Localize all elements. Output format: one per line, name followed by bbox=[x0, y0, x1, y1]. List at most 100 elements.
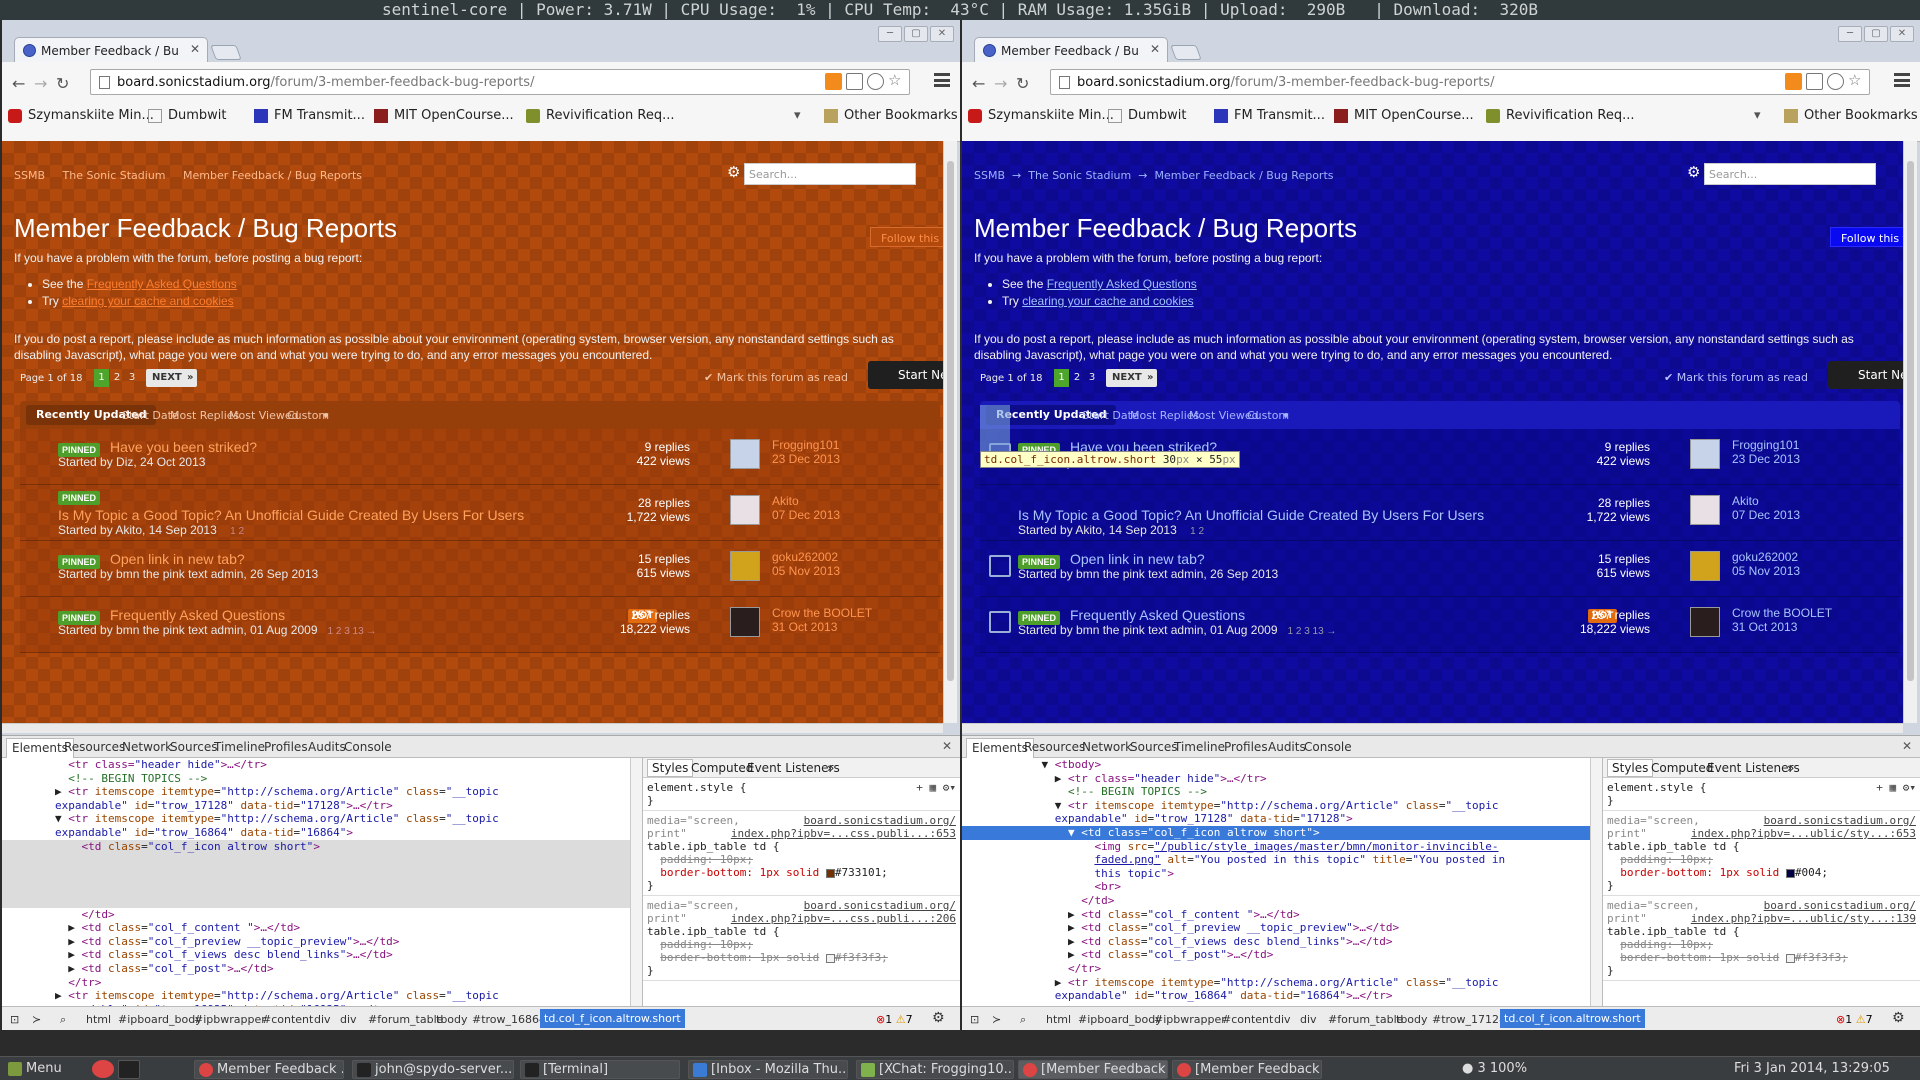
taskbar-item[interactable]: john@spydo-server... bbox=[352, 1060, 514, 1079]
breadcrumb-link[interactable]: SSMB bbox=[974, 169, 1005, 182]
horizontal-scrollbar[interactable] bbox=[962, 723, 1903, 733]
avatar[interactable] bbox=[1690, 439, 1720, 469]
taskbar-item[interactable]: [XChat: Frogging10... bbox=[856, 1060, 1014, 1079]
tab-audits[interactable]: Audits bbox=[1268, 740, 1306, 754]
star-icon[interactable]: ☆ bbox=[888, 73, 905, 90]
style-rule[interactable]: element.style {} + ▦ ⚙▾ bbox=[1603, 778, 1920, 811]
avatar[interactable] bbox=[1690, 551, 1720, 581]
tab-timeline[interactable]: Timeline bbox=[1174, 740, 1225, 754]
other-bookmarks[interactable]: Other Bookmarks bbox=[1784, 108, 1918, 123]
scrollbar-thumb[interactable] bbox=[1907, 161, 1914, 681]
topic-title[interactable]: Open link in new tab? bbox=[1070, 551, 1205, 567]
style-rule[interactable]: media="screen, print" board.sonicstadium… bbox=[643, 896, 960, 981]
last-post[interactable]: Crow the BOOLET 31 Oct 2013 bbox=[772, 606, 872, 634]
dock-icon[interactable]: ⊡ bbox=[10, 1013, 19, 1026]
tab-network[interactable]: Network bbox=[122, 740, 172, 754]
search-input[interactable]: Search... bbox=[1704, 163, 1876, 185]
table-row[interactable]: PINNED Is My Topic a Good Topic? An Unof… bbox=[20, 485, 940, 541]
reload-icon[interactable]: ↻ bbox=[1016, 74, 1029, 93]
search-input[interactable]: Search... bbox=[744, 163, 916, 185]
taskbar-item[interactable]: [Member Feedback... bbox=[1172, 1060, 1322, 1079]
bookmark-item[interactable]: MIT OpenCourse... bbox=[1334, 108, 1474, 123]
last-post[interactable]: Frogging101 23 Dec 2013 bbox=[772, 438, 840, 466]
tab-computed[interactable]: Computed bbox=[691, 761, 753, 775]
bookmarks-more-icon[interactable]: ▾ bbox=[1754, 108, 1761, 123]
address-bar[interactable]: board.sonicstadium.org/forum/3-member-fe… bbox=[90, 69, 910, 95]
console-toggle-icon[interactable]: ≻ bbox=[32, 1013, 41, 1026]
system-tray[interactable]: ● 3 100% bbox=[1462, 1061, 1527, 1076]
topic-title[interactable]: Frequently Asked Questions bbox=[1070, 607, 1245, 623]
tab-styles[interactable]: Styles bbox=[647, 759, 694, 777]
tab-event-listeners[interactable]: Event Listeners bbox=[1707, 761, 1800, 775]
faq-link[interactable]: Frequently Asked Questions bbox=[1047, 277, 1197, 291]
bookmark-item[interactable]: Dumbwit bbox=[148, 108, 227, 123]
style-rule[interactable]: media="screen, print" board.sonicstadium… bbox=[643, 811, 960, 896]
tab-computed[interactable]: Computed bbox=[1651, 761, 1713, 775]
follow-button[interactable]: Follow this f bbox=[1830, 227, 1903, 247]
add-rule-icon[interactable]: + ▦ ⚙▾ bbox=[916, 781, 956, 794]
page-link[interactable]: 1 bbox=[1054, 369, 1069, 387]
bookmark-item[interactable]: MIT OpenCourse... bbox=[374, 108, 514, 123]
rss-icon[interactable] bbox=[825, 73, 842, 90]
dom-tree[interactable]: ▼ <tbody> ▶ <tr class="header hide">…</t… bbox=[962, 758, 1590, 1006]
rss-icon[interactable] bbox=[1785, 73, 1802, 90]
minimize-icon[interactable]: ─ bbox=[1838, 26, 1862, 42]
back-icon[interactable]: ← bbox=[12, 74, 25, 93]
forward-icon[interactable]: → bbox=[34, 74, 47, 93]
table-row[interactable]: PINNED Have you been striked? Started by… bbox=[20, 429, 940, 485]
tab-sources[interactable]: Sources bbox=[1130, 740, 1177, 754]
settings-icon[interactable]: ⚙ bbox=[932, 1010, 945, 1026]
bookmarks-more-icon[interactable]: ▾ bbox=[794, 108, 801, 123]
cache-link[interactable]: clearing your cache and cookies bbox=[1022, 294, 1193, 308]
last-post[interactable]: Frogging101 23 Dec 2013 bbox=[1732, 438, 1800, 466]
table-row[interactable]: Is My Topic a Good Topic? An Unofficial … bbox=[980, 485, 1900, 541]
start-topic-button[interactable]: Start Ne bbox=[1828, 361, 1903, 389]
page-link[interactable]: 2 bbox=[1070, 369, 1084, 387]
style-rule[interactable]: media="screen, print" board.sonicstadium… bbox=[1603, 896, 1920, 981]
page-link[interactable]: 3 bbox=[125, 369, 139, 387]
table-row[interactable]: PINNED Frequently Asked Questions Starte… bbox=[20, 597, 940, 653]
bookmark-item[interactable]: FM Transmit... bbox=[1214, 108, 1325, 123]
close-icon[interactable]: ✕ bbox=[1902, 739, 1912, 753]
gear-icon[interactable]: ⚙ bbox=[727, 163, 740, 181]
avatar[interactable] bbox=[730, 551, 760, 581]
color-swatch[interactable] bbox=[1785, 868, 1795, 878]
other-bookmarks[interactable]: Other Bookmarks bbox=[824, 108, 958, 123]
topic-title[interactable]: Is My Topic a Good Topic? An Unofficial … bbox=[1018, 507, 1484, 523]
follow-button[interactable]: Follow this f bbox=[870, 227, 943, 247]
breadcrumb-link[interactable]: SSMB bbox=[14, 169, 45, 182]
console-counts[interactable]: ⊗1 ⚠7 bbox=[1836, 1013, 1873, 1026]
bookmark-item[interactable]: FM Transmit... bbox=[254, 108, 365, 123]
mark-read-link[interactable]: ✔ Mark this forum as read bbox=[704, 371, 848, 384]
bookmark-item[interactable]: Szymanskiite Min... bbox=[968, 108, 1114, 123]
horizontal-scrollbar[interactable] bbox=[2, 723, 943, 733]
topic-title[interactable]: Is My Topic a Good Topic? An Unofficial … bbox=[58, 507, 524, 523]
taskbar-item[interactable]: Member Feedback ... bbox=[194, 1060, 344, 1079]
color-swatch[interactable] bbox=[1785, 953, 1795, 963]
mark-read-link[interactable]: ✔ Mark this forum as read bbox=[1664, 371, 1808, 384]
chevron-down-icon[interactable]: ▾ bbox=[323, 409, 329, 422]
last-post[interactable]: goku262002 05 Nov 2013 bbox=[772, 550, 840, 578]
search-icon[interactable]: ⌕ bbox=[1020, 1013, 1026, 1027]
table-row[interactable]: PINNED Open link in new tab? Started by … bbox=[980, 541, 1900, 597]
breadcrumb-link[interactable]: Member Feedback / Bug Reports bbox=[183, 169, 362, 182]
sync-icon[interactable] bbox=[1827, 73, 1844, 90]
start-menu-button[interactable]: Menu bbox=[4, 1060, 74, 1079]
add-rule-icon[interactable]: + ▦ ⚙▾ bbox=[1876, 781, 1916, 794]
topic-title[interactable]: Frequently Asked Questions bbox=[110, 607, 285, 623]
close-tab-icon[interactable]: ✕ bbox=[1150, 42, 1160, 56]
last-post[interactable]: Crow the BOOLET 31 Oct 2013 bbox=[1732, 606, 1832, 634]
gear-icon[interactable]: ⚙ bbox=[1687, 163, 1700, 181]
bookmark-item[interactable]: Szymanskiite Min... bbox=[8, 108, 154, 123]
reader-icon[interactable] bbox=[1806, 73, 1823, 90]
forward-icon[interactable]: → bbox=[994, 74, 1007, 93]
avatar[interactable] bbox=[730, 495, 760, 525]
next-button[interactable]: NEXT bbox=[146, 369, 188, 387]
back-icon[interactable]: ← bbox=[972, 74, 985, 93]
style-rule[interactable]: element.style {} + ▦ ⚙▾ bbox=[643, 778, 960, 811]
close-tab-icon[interactable]: ✕ bbox=[190, 42, 200, 56]
scrollbar-thumb[interactable] bbox=[947, 161, 954, 681]
taskbar-item[interactable]: [Inbox - Mozilla Thu... bbox=[688, 1060, 848, 1079]
last-page-button[interactable]: » bbox=[1143, 369, 1158, 387]
tab-timeline[interactable]: Timeline bbox=[214, 740, 265, 754]
